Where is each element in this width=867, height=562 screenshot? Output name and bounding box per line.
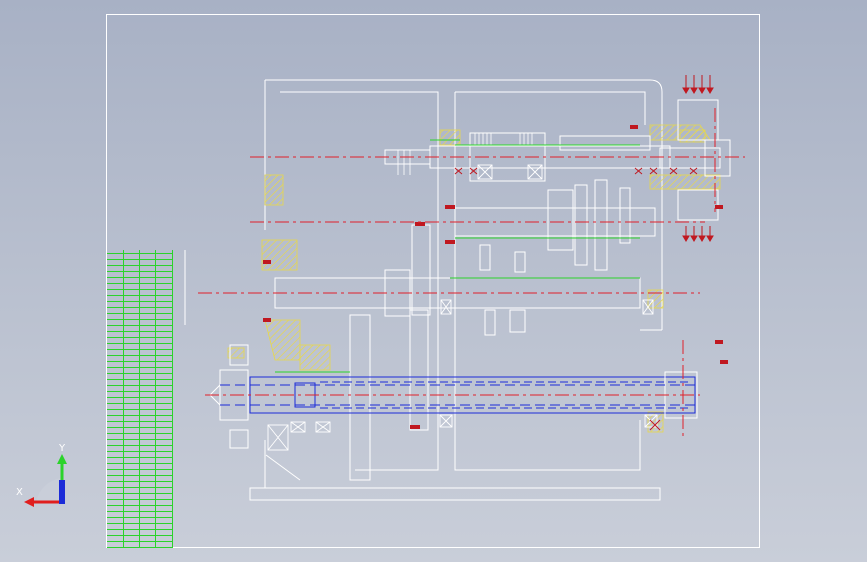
flange-teeth [397,133,533,175]
shaft-2[interactable] [454,179,656,273]
y-axis-arrowhead [57,454,67,464]
triad-plane [36,478,62,502]
axis-triad [24,454,67,507]
z-axis-marker [59,480,65,504]
bill-of-materials-table[interactable] [107,250,173,548]
shaft-1-top[interactable] [384,99,731,221]
x-axis-label: X [16,487,23,498]
x-axis-arrowhead [24,497,34,507]
centerlines [198,108,745,440]
output-shaft-end[interactable] [209,344,698,449]
y-axis-label: Y [59,443,66,454]
